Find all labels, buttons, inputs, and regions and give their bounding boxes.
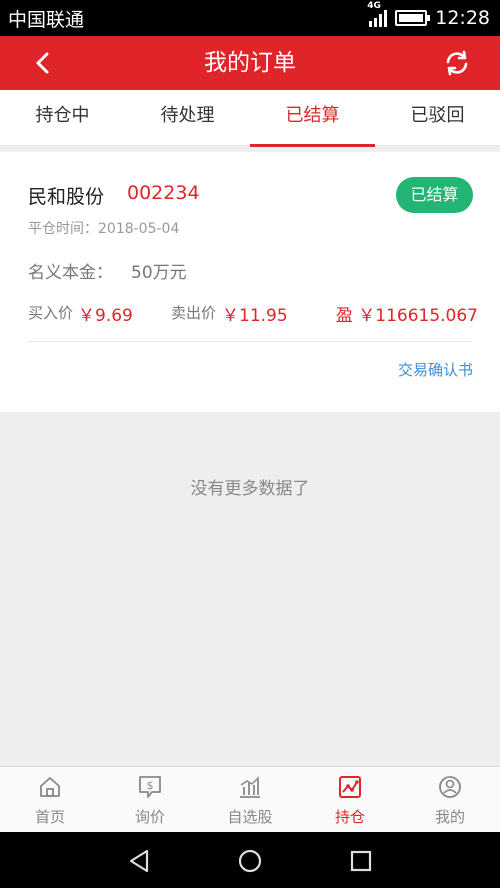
tab-holding[interactable]: 持仓中 [0, 90, 125, 145]
tab-rejected[interactable]: 已驳回 [375, 90, 500, 145]
position-icon [339, 776, 361, 798]
chevron-left-icon [36, 52, 49, 74]
profit-value: 盈 ￥116615.067 [335, 306, 478, 326]
profile-icon [439, 776, 461, 798]
divider [28, 341, 472, 342]
system-nav-bar [0, 832, 500, 888]
nav-bar: 我的订单 [0, 36, 500, 90]
sell-label: 卖出价 [171, 304, 217, 322]
order-tabs: 持仓中 待处理 已结算 已驳回 [0, 90, 500, 147]
bottom-tab-profile[interactable]: 我的 [400, 767, 500, 832]
bottom-tab-position[interactable]: 持仓 [300, 767, 400, 832]
network-type: 4G [367, 1, 381, 11]
stock-code: 002234 [127, 182, 200, 204]
page-title: 我的订单 [204, 50, 296, 76]
bottom-tab-label: 自选股 [227, 808, 273, 826]
notional-value: 50万元 [131, 263, 187, 283]
watchlist-icon [240, 776, 260, 798]
status-indicators: 4G 12:28 [367, 1, 490, 29]
bottom-tab-quote[interactable]: $ 询价 [100, 767, 200, 832]
no-more-data-text: 没有更多数据了 [190, 479, 310, 499]
close-time: 平仓时间：2018-05-04 [28, 221, 180, 237]
tab-settled[interactable]: 已结算 [250, 90, 375, 147]
clock: 12:28 [435, 7, 490, 29]
status-bar: 中国联通 4G 12:28 [0, 0, 500, 36]
bottom-tab-label: 首页 [34, 808, 65, 826]
bottom-tabbar: 首页 $ 询价 自选股 持仓 我的 [0, 766, 500, 832]
price-row: 买入价 ￥9.69 卖出价 ￥11.95 盈 ￥116615.067 [28, 302, 478, 326]
notional-row: 名义本金： 50万元 [28, 258, 187, 283]
notional-label: 名义本金： [28, 263, 113, 283]
bottom-tab-label: 持仓 [334, 808, 365, 826]
bottom-tab-home[interactable]: 首页 [0, 767, 100, 832]
svg-text:$: $ [147, 779, 154, 792]
home-icon [40, 777, 60, 797]
recents-square-icon[interactable] [346, 846, 376, 876]
trade-confirmation-link[interactable]: 交易确认书 [398, 359, 473, 380]
sell-price: ￥11.95 [222, 306, 288, 326]
refresh-button[interactable] [442, 48, 472, 78]
buy-label: 买入价 [28, 304, 74, 322]
back-triangle-icon[interactable] [125, 846, 155, 876]
bottom-tab-label: 询价 [134, 808, 165, 826]
order-card[interactable]: 民和股份 002234 已结算 平仓时间：2018-05-04 名义本金： 50万… [0, 152, 500, 412]
refresh-icon [446, 50, 468, 76]
buy-price: ￥9.69 [78, 306, 133, 326]
home-circle-icon[interactable] [235, 846, 265, 876]
status-badge: 已结算 [396, 177, 473, 213]
back-button[interactable] [28, 49, 58, 77]
stock-name: 民和股份 [28, 186, 105, 208]
tab-pending[interactable]: 待处理 [125, 90, 250, 145]
battery-icon [395, 10, 431, 26]
signal-icon: 4G [367, 1, 388, 27]
quote-icon: $ [139, 776, 161, 798]
carrier-label: 中国联通 [8, 8, 85, 31]
bottom-tab-label: 我的 [434, 808, 465, 826]
bottom-tab-watchlist[interactable]: 自选股 [200, 767, 300, 832]
